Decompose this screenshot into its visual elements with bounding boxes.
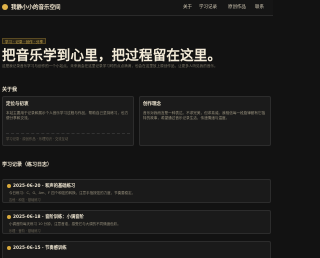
log-entry-title: 2025-06-15 · 节奏感训练 — [13, 245, 67, 251]
log-entry-tags: 吉他 · 和弦 · 基础练习 — [9, 198, 41, 202]
nav-link-learning-log[interactable]: 学习记录 — [199, 4, 217, 10]
log-entry-body: 小调音阶每天练习 10 分钟，注意音准，感受它与大调的不同情绪色彩。 — [9, 222, 121, 226]
learning-log-section-title: 学习记录（练习日志） — [2, 162, 53, 168]
hero-title: 把音乐学到心里，把过程留在这里。 — [2, 48, 222, 64]
log-entry-tags: 乐理 · 音阶 · 基础练习 — [9, 229, 41, 233]
entry-dot-icon — [7, 215, 11, 219]
log-entry-title: 2025-06-18 · 音阶训练：小调音阶 — [13, 214, 84, 220]
about-card-title: 定位与初衷 — [6, 102, 29, 107]
about-card-philosophy: 创作理念 音乐对我而言是一种表达。不求完美，但求真诚。我相信每一段旋律都有它独特… — [139, 96, 271, 146]
log-entry-title: 2025-06-20 · 和声的基础练习 — [13, 183, 76, 189]
log-entry-body: 今日练习：C、G、Am、F 四个和弦的转换，注意手指按弦的力度，节奏要稳定。 — [9, 191, 136, 195]
nav-link-about[interactable]: 关于 — [183, 4, 192, 10]
about-section-title: 关于我 — [2, 87, 18, 93]
about-card-body: 本站主要用于记录和展示个人音乐学习过程与作品，帮助自己坚持练习，也方便分享和交流… — [6, 111, 129, 121]
nav-link-original-works[interactable]: 原创作品 — [228, 4, 246, 10]
about-card-title: 创作理念 — [143, 102, 161, 107]
top-navigation-bar: 我静小小的音乐空间 关于 学习记录 原创作品 联系 — [0, 0, 273, 16]
log-entry[interactable]: 2025-06-20 · 和声的基础练习 今日练习：C、G、Am、F 四个和弦的… — [2, 179, 271, 203]
hero-subtitle: 这是我记录音乐学习与创作的一个小站点。未来我会在这里记录学习时的点点滴滴，也会在… — [2, 64, 218, 68]
about-card-body: 音乐对我而言是一种表达。不求完美，但求真诚。我相信每一段旋律都有它独特的故事，希… — [143, 111, 266, 121]
nav-link-contact[interactable]: 联系 — [255, 4, 264, 10]
log-entry[interactable]: 2025-06-18 · 音阶训练：小调音阶 小调音阶每天练习 10 分钟，注意… — [2, 210, 271, 234]
about-card-tags: 学习记录 · 原创作品 · 乐理知识 · 交流互动 — [6, 133, 130, 141]
log-entry[interactable]: 2025-06-15 · 节奏感训练 — [2, 241, 271, 258]
about-card-positioning: 定位与初衷 本站主要用于记录和展示个人音乐学习过程与作品，帮助自己坚持练习，也方… — [2, 96, 134, 146]
entry-dot-icon — [7, 184, 11, 188]
site-brand[interactable]: 我静小小的音乐空间 — [11, 3, 61, 11]
entry-dot-icon — [7, 246, 11, 250]
logo-icon — [2, 4, 8, 10]
